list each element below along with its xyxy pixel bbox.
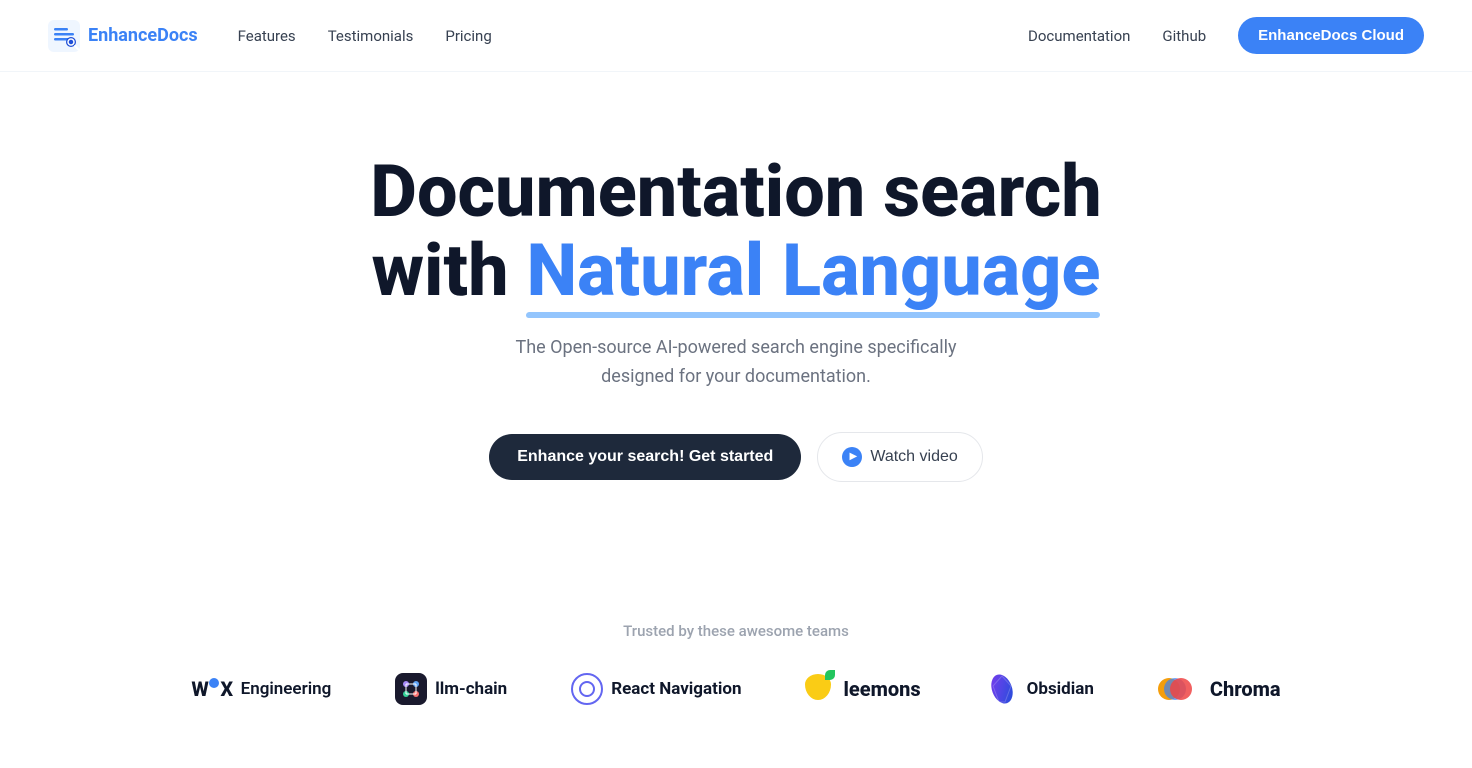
nav-links: Features Testimonials Pricing — [238, 27, 492, 45]
nav-link-testimonials[interactable]: Testimonials — [328, 27, 414, 45]
hero-title-part2: with — [372, 228, 527, 313]
hero-subtitle: The Open-source AI-powered search engine… — [486, 334, 986, 392]
leemons-logo-icon — [805, 674, 835, 704]
react-nav-logo-icon — [571, 673, 603, 705]
trusted-logos: WX Engineering llm-chain — [191, 672, 1280, 706]
watch-video-label: Watch video — [870, 448, 957, 466]
play-icon: ▶ — [842, 447, 862, 467]
trusted-logo-react-navigation: React Navigation — [571, 673, 741, 705]
enhancedocs-cloud-button[interactable]: EnhanceDocs Cloud — [1238, 17, 1424, 54]
hero-cta: Enhance your search! Get started ▶ Watch… — [489, 432, 983, 482]
nav-link-documentation[interactable]: Documentation — [1028, 27, 1130, 45]
trusted-logo-chroma: Chroma — [1158, 672, 1281, 706]
trusted-logo-llmchain: llm-chain — [395, 673, 507, 705]
logo-text-colored: Docs — [157, 25, 197, 46]
wix-logo-text: WX — [191, 677, 232, 701]
nav-right: Documentation Github EnhanceDocs Cloud — [1028, 17, 1424, 54]
hero-title: Documentation search with Natural Langua… — [370, 152, 1101, 310]
hero-section: Documentation search with Natural Langua… — [0, 72, 1472, 542]
lemon-leaf — [825, 670, 835, 680]
obsidian-logo-icon — [985, 672, 1019, 706]
logo[interactable]: EnhanceDocs — [48, 20, 198, 52]
chroma-circle-red — [1170, 678, 1192, 700]
trusted-logo-leemons: leemons — [805, 674, 920, 704]
trusted-logo-wix: WX Engineering — [191, 677, 331, 701]
llm-logo-label: llm-chain — [435, 679, 507, 699]
hero-title-part1: Documentation search — [370, 149, 1101, 234]
logo-text-normal: Enhance — [88, 25, 157, 46]
nav-link-features[interactable]: Features — [238, 27, 296, 45]
get-started-button[interactable]: Enhance your search! Get started — [489, 434, 801, 480]
leemons-logo-label: leemons — [843, 677, 920, 701]
nav-link-github[interactable]: Github — [1162, 27, 1206, 45]
react-nav-logo-label: React Navigation — [611, 679, 741, 699]
navbar: EnhanceDocs Features Testimonials Pricin… — [0, 0, 1472, 72]
logo-icon — [48, 20, 80, 52]
react-inner-ring — [579, 681, 595, 697]
trusted-label: Trusted by these awesome teams — [623, 622, 849, 640]
trusted-section: Trusted by these awesome teams WX Engine… — [0, 582, 1472, 766]
chroma-logo-label: Chroma — [1210, 677, 1281, 701]
watch-video-button[interactable]: ▶ Watch video — [817, 432, 982, 482]
obsidian-logo-label: Obsidian — [1027, 679, 1094, 699]
llm-logo-icon — [395, 673, 427, 705]
logo-text: EnhanceDocs — [88, 25, 198, 46]
hero-title-highlight: Natural Language — [526, 231, 1100, 310]
chroma-logo-icon — [1158, 672, 1202, 706]
wix-logo-label: Engineering — [241, 679, 332, 699]
nav-left: EnhanceDocs Features Testimonials Pricin… — [48, 20, 492, 52]
trusted-logo-obsidian: Obsidian — [985, 672, 1094, 706]
nav-link-pricing[interactable]: Pricing — [445, 27, 491, 45]
